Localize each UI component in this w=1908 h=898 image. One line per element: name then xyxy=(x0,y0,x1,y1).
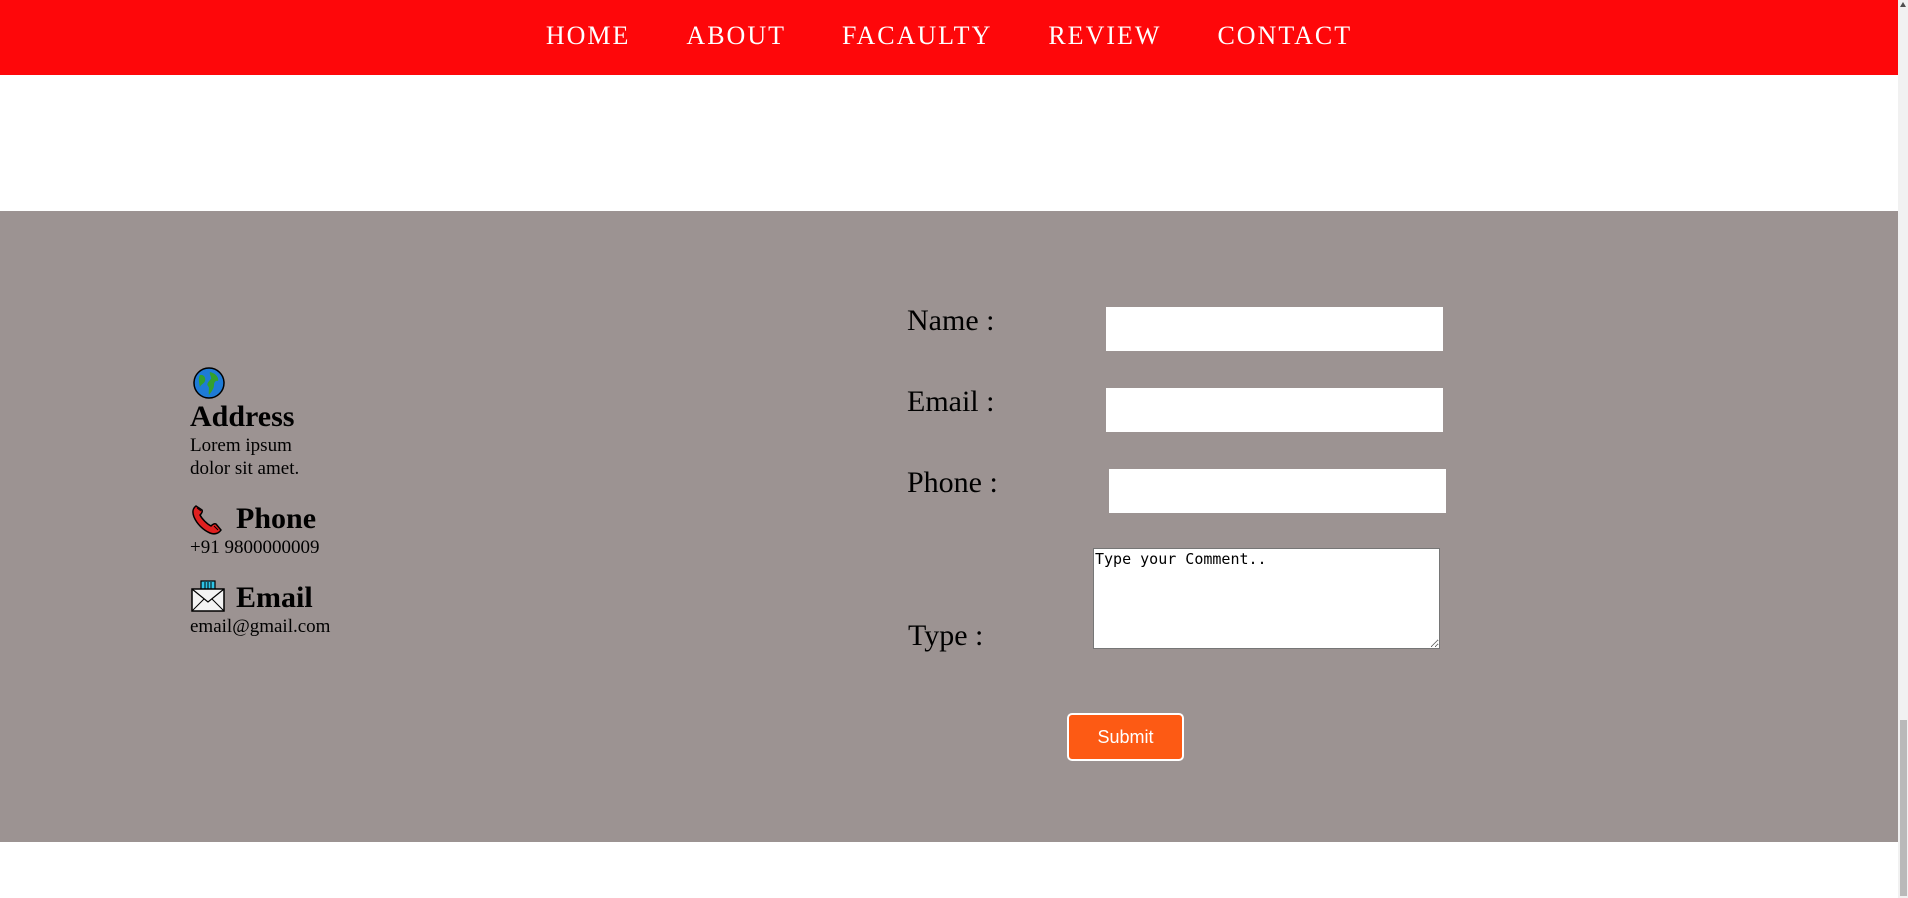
email-block: Email email@gmail.com xyxy=(190,579,331,638)
nav-item-review[interactable]: REVIEW xyxy=(1048,21,1161,51)
telephone-icon xyxy=(190,502,224,536)
phone-block: Phone +91 9800000009 xyxy=(190,502,330,559)
comment-textarea[interactable] xyxy=(1093,548,1440,649)
address-text: Lorem ipsum dolor sit amet. xyxy=(190,435,300,479)
nav-item-about[interactable]: ABOUT xyxy=(686,21,786,51)
email-label: Email : xyxy=(907,385,995,418)
name-label: Name : xyxy=(907,304,995,337)
scroll-up-arrow-icon[interactable] xyxy=(1900,2,1906,7)
top-navbar: HOME ABOUT FACAULTY REVIEW CONTACT xyxy=(0,0,1898,75)
contact-form: Name : Email : Phone : Type : Submit xyxy=(907,211,1507,842)
submit-button[interactable]: Submit xyxy=(1067,713,1184,761)
phone-label: Phone : xyxy=(907,466,998,499)
address-heading: Address xyxy=(190,366,330,434)
page: HOME ABOUT FACAULTY REVIEW CONTACT Addre… xyxy=(0,0,1908,898)
nav-item-faculty[interactable]: FACAULTY xyxy=(842,21,992,51)
page-scrollbar[interactable] xyxy=(1898,0,1908,898)
email-heading: Email xyxy=(190,579,330,615)
nav-item-contact[interactable]: CONTACT xyxy=(1217,21,1352,51)
address-title: Address xyxy=(190,400,295,433)
address-block: Address Lorem ipsum dolor sit amet. xyxy=(190,366,330,480)
email-input[interactable] xyxy=(1106,388,1443,432)
phone-title: Phone xyxy=(236,502,317,535)
contact-section: Address Lorem ipsum dolor sit amet. Phon… xyxy=(0,211,1898,842)
scrollbar-thumb[interactable] xyxy=(1900,720,1907,896)
contact-info: Address Lorem ipsum dolor sit amet. Phon… xyxy=(190,366,330,660)
phone-input[interactable] xyxy=(1109,469,1446,513)
type-label: Type : xyxy=(908,619,984,652)
nav-item-home[interactable]: HOME xyxy=(546,21,631,51)
nav-menu: HOME ABOUT FACAULTY REVIEW CONTACT xyxy=(518,21,1380,53)
phone-heading: Phone xyxy=(190,502,330,536)
email-text: email@gmail.com xyxy=(190,616,331,637)
globe-icon xyxy=(192,366,226,400)
phone-text: +91 9800000009 xyxy=(190,537,320,558)
email-title: Email xyxy=(236,581,313,614)
mailbox-icon xyxy=(190,579,225,613)
name-input[interactable] xyxy=(1106,307,1443,351)
